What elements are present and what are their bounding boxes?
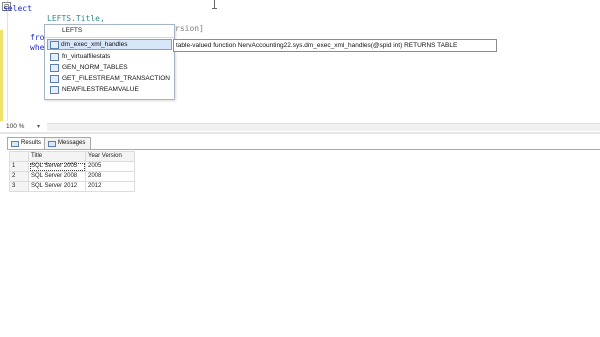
- completion-item-label: fn_virtualfilestats: [62, 53, 111, 60]
- completion-item[interactable]: GEN_NORM_TABLES: [45, 62, 174, 73]
- function-icon: [50, 53, 59, 61]
- row-number[interactable]: 1: [9, 161, 29, 172]
- horizontal-scrollbar[interactable]: [47, 123, 600, 131]
- completion-item[interactable]: fn_virtualfilestats: [45, 51, 174, 62]
- table-cell[interactable]: 2005: [85, 161, 135, 172]
- code-line-select: select: [3, 4, 32, 13]
- text-cursor-base: [212, 8, 217, 9]
- results-grid[interactable]: Title Year Version 1 SQL Server 2005 200…: [9, 151, 135, 192]
- table-cell[interactable]: SQL Server 2008: [28, 171, 86, 182]
- completion-item-label: NEWFILESTREAMVALUE: [62, 86, 139, 93]
- code-line-lefts-title: LEFTS.Title,: [47, 14, 105, 23]
- table-cell[interactable]: 2008: [85, 171, 135, 182]
- function-icon: [50, 75, 59, 83]
- row-number[interactable]: 3: [9, 181, 29, 192]
- code-line-version: rsion]: [175, 24, 204, 33]
- pane-splitter[interactable]: [0, 132, 600, 134]
- table-row[interactable]: 3 SQL Server 2012 2012: [9, 181, 135, 192]
- row-number[interactable]: 2: [9, 171, 29, 182]
- table-row[interactable]: 2 SQL Server 2008 2008: [9, 171, 135, 182]
- completion-header: LEFTS: [45, 25, 174, 38]
- messages-icon: [48, 141, 56, 147]
- intellisense-completion-list[interactable]: LEFTS dm_exec_xml_handles fn_virtualfile…: [44, 24, 175, 100]
- table-cell[interactable]: SQL Server 2005: [28, 161, 86, 172]
- column-header-year-version[interactable]: Year Version: [85, 151, 135, 162]
- completion-item[interactable]: NEWFILESTREAMVALUE: [45, 84, 174, 95]
- column-header-title[interactable]: Title: [28, 151, 86, 162]
- text-cursor-icon: [214, 0, 215, 8]
- completion-item-label: GEN_NORM_TABLES: [62, 64, 128, 71]
- completion-item-label: dm_exec_xml_handles: [61, 41, 128, 48]
- zoom-level[interactable]: 100 %: [6, 122, 24, 131]
- completion-item-label: GET_FILESTREAM_TRANSACTION: [62, 75, 170, 82]
- grid-icon: [11, 141, 19, 147]
- function-icon: [50, 86, 59, 94]
- completion-item-selected[interactable]: dm_exec_xml_handles: [47, 39, 172, 50]
- changed-lines-marker: [0, 30, 3, 121]
- gutter-line: [7, 0, 8, 121]
- chevron-down-icon[interactable]: ▾: [37, 122, 40, 131]
- function-icon: [50, 41, 59, 49]
- tab-messages-label: Messages: [58, 140, 86, 146]
- corner-cell[interactable]: [9, 151, 29, 162]
- completion-item[interactable]: GET_FILESTREAM_TRANSACTION: [45, 73, 174, 84]
- table-row[interactable]: 1 SQL Server 2005 2005: [9, 161, 135, 172]
- table-cell[interactable]: 2012: [85, 181, 135, 192]
- table-icon: [50, 64, 59, 72]
- function-signature-tooltip: table-valued function NervAccounting22.s…: [173, 39, 497, 52]
- tab-results-label: Results: [21, 140, 42, 146]
- header-row: Title Year Version: [9, 151, 135, 162]
- table-cell[interactable]: SQL Server 2012: [28, 181, 86, 192]
- results-divider: [7, 149, 600, 150]
